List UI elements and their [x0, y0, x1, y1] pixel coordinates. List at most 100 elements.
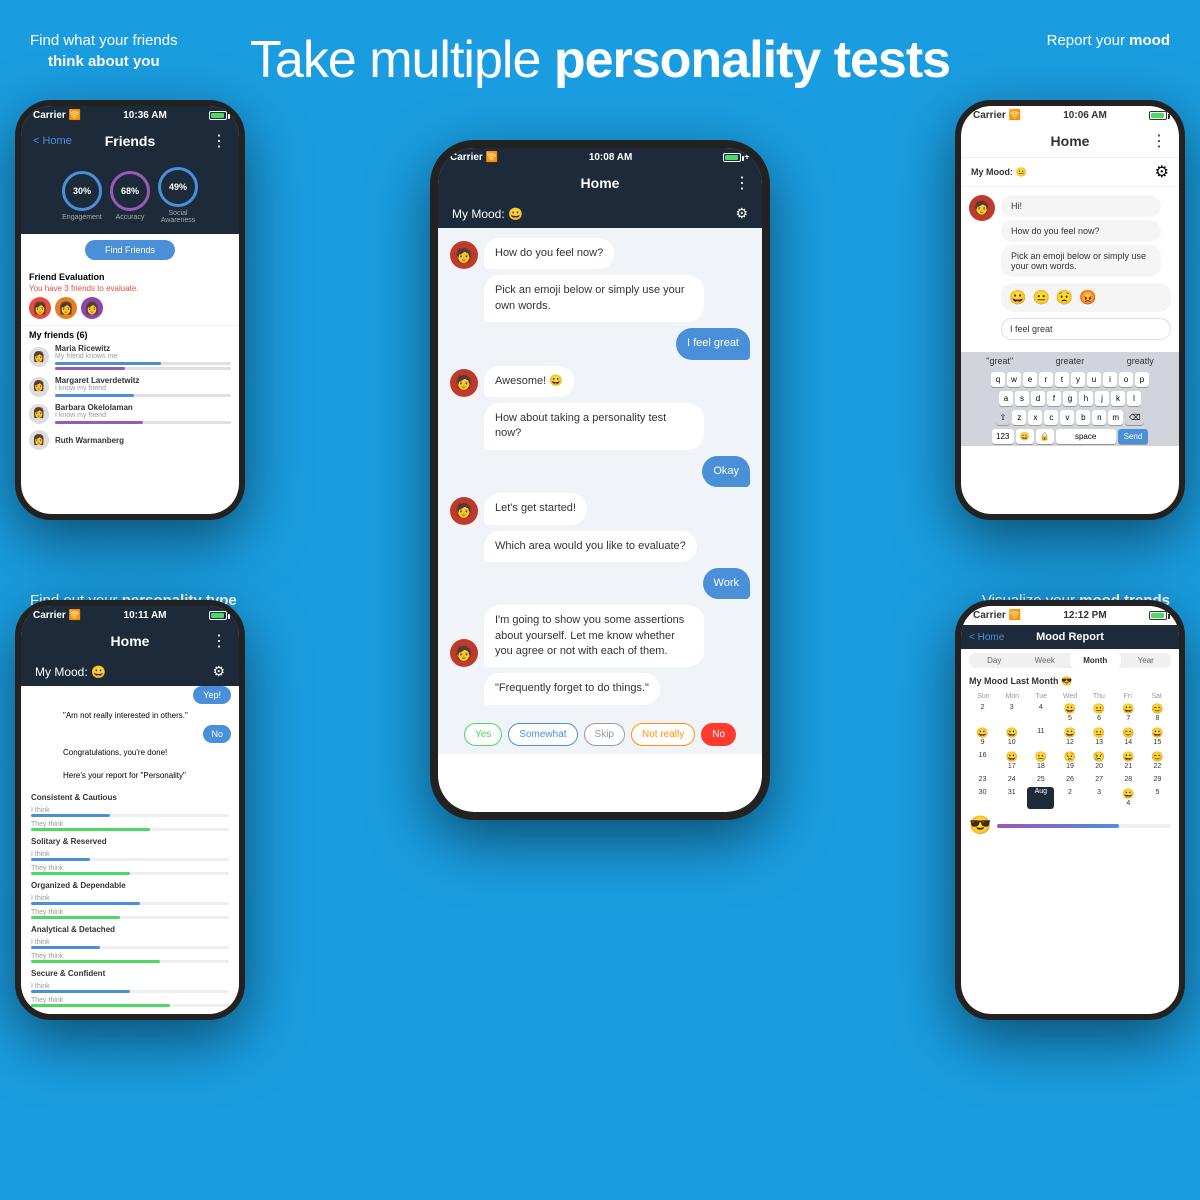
rb-back-btn[interactable]: < Home — [969, 632, 1004, 643]
friend-bar-1 — [55, 362, 231, 365]
somewhat-button[interactable]: Somewhat — [508, 723, 577, 746]
key-a[interactable]: a — [999, 391, 1013, 406]
rb-cal-24: 24 — [998, 774, 1025, 785]
key-k[interactable]: k — [1111, 391, 1125, 406]
key-delete[interactable]: ⌫ — [1125, 410, 1144, 425]
rb-cal-21: 😀21 — [1115, 750, 1142, 772]
key-d[interactable]: d — [1031, 391, 1045, 406]
lb-settings-icon[interactable]: ⚙ — [212, 663, 225, 680]
key-f[interactable]: f — [1047, 391, 1061, 406]
yes-button[interactable]: Yes — [464, 723, 502, 746]
lb-nav-title: Home — [111, 633, 150, 649]
key-s[interactable]: s — [1015, 391, 1029, 406]
lb-bars-4: I think They think — [31, 936, 229, 963]
rb-cal-18: 😐18 — [1027, 750, 1054, 772]
rt-suggest-2[interactable]: greater — [1056, 356, 1085, 366]
lt-more-icon[interactable]: ⋮ — [211, 131, 227, 151]
key-x[interactable]: x — [1028, 410, 1042, 425]
lt-back-btn[interactable]: < Home — [33, 135, 72, 147]
rb-cal-tue: Tue — [1027, 691, 1056, 702]
lb-more-icon[interactable]: ⋮ — [211, 631, 227, 651]
key-i[interactable]: i — [1103, 372, 1117, 387]
rt-nav-title: Home — [1051, 133, 1090, 149]
lb-i-think-4: I think — [31, 939, 50, 946]
key-y[interactable]: y — [1071, 372, 1085, 387]
key-space[interactable]: space — [1056, 429, 1116, 444]
lb-i-think-1: I think — [31, 807, 50, 814]
rb-tab-month[interactable]: Month — [1070, 653, 1121, 668]
rt-emoji-3[interactable]: 😟 — [1056, 289, 1073, 306]
key-q[interactable]: q — [991, 372, 1005, 387]
lt-circle-engagement: 30% Engagement — [62, 171, 102, 221]
rt-settings-icon[interactable]: ⚙ — [1155, 162, 1169, 182]
key-send[interactable]: Send — [1118, 429, 1149, 444]
rt-suggest-1[interactable]: "great" — [986, 356, 1013, 366]
key-u[interactable]: u — [1087, 372, 1101, 387]
rt-status-icons — [1149, 111, 1167, 120]
key-w[interactable]: w — [1007, 372, 1021, 387]
msg-row-10: 🧑 I'm going to show you some assertions … — [450, 605, 750, 667]
key-j[interactable]: j — [1095, 391, 1109, 406]
no-button[interactable]: No — [701, 723, 736, 746]
friend-name-4: Ruth Warmanberg — [55, 436, 231, 445]
key-l[interactable]: l — [1127, 391, 1141, 406]
key-n[interactable]: n — [1092, 410, 1106, 425]
key-p[interactable]: p — [1135, 372, 1149, 387]
key-z[interactable]: z — [1012, 410, 1026, 425]
rt-emoji-1[interactable]: 😀 — [1009, 289, 1026, 306]
key-e[interactable]: e — [1023, 372, 1037, 387]
key-t[interactable]: t — [1055, 372, 1069, 387]
key-m[interactable]: m — [1108, 410, 1123, 425]
rb-cal-aug3: 3 — [1086, 787, 1113, 809]
friend-item-4: 👩 Ruth Warmanberg — [29, 430, 231, 450]
left-bottom-phone: Carrier 🛜 10:11 AM Home ⋮ My Mood: 😀 ⚙ Y… — [15, 600, 245, 1020]
lt-status-icons — [209, 111, 227, 120]
not-really-button[interactable]: Not really — [631, 723, 695, 746]
lt-engagement-label: Engagement — [62, 214, 102, 221]
key-v[interactable]: v — [1060, 410, 1074, 425]
center-status-bar: Carrier 🛜 10:08 AM + — [438, 148, 762, 167]
rb-tab-year[interactable]: Year — [1121, 653, 1172, 668]
rb-cal-31: 31 — [998, 787, 1025, 809]
lb-trait-4: Analytical & Detached I think They think — [31, 925, 229, 963]
key-h[interactable]: h — [1079, 391, 1093, 406]
lb-carrier: Carrier 🛜 — [33, 610, 81, 621]
key-g[interactable]: g — [1063, 391, 1077, 406]
key-r[interactable]: r — [1039, 372, 1053, 387]
friend-info-1: Maria Ricewitz My friend knows me — [55, 344, 231, 370]
rb-cal-6: 😐6 — [1086, 702, 1113, 724]
center-nav-more-icon[interactable]: ⋮ — [734, 173, 750, 193]
key-shift[interactable]: ⇧ — [996, 410, 1011, 425]
rb-cal-4: 4 — [1027, 702, 1054, 724]
rt-feel-input[interactable]: I feel great — [1001, 318, 1171, 340]
rb-cal-30: 30 — [969, 787, 996, 809]
skip-button[interactable]: Skip — [584, 723, 625, 746]
rb-screen: Carrier 🛜 12:12 PM < Home Mood Report Da… — [961, 606, 1179, 1014]
rb-nav-bar: < Home Mood Report — [961, 625, 1179, 649]
center-mood-bar: My Mood: 😀 ⚙ — [438, 199, 762, 228]
key-o[interactable]: o — [1119, 372, 1133, 387]
lb-quote-bubble: "Am not really interested in others." — [55, 706, 196, 725]
rt-more-icon[interactable]: ⋮ — [1151, 131, 1167, 151]
settings-icon[interactable]: ⚙ — [735, 205, 748, 222]
key-emoji[interactable]: 😀 — [1016, 429, 1034, 444]
lb-personality-list: Consistent & Cautious I think They think… — [21, 787, 239, 1014]
msg-row-11: "Frequently forget to do things." — [450, 673, 750, 704]
rb-tab-week[interactable]: Week — [1020, 653, 1071, 668]
rb-cal-28: 28 — [1115, 774, 1142, 785]
lt-carrier: Carrier 🛜 — [33, 110, 81, 121]
key-c[interactable]: c — [1044, 410, 1058, 425]
bubble-10: I'm going to show you some assertions ab… — [484, 605, 704, 667]
key-b[interactable]: b — [1076, 410, 1090, 425]
key-lock[interactable]: 🔒 — [1036, 429, 1054, 444]
key-123[interactable]: 123 — [992, 429, 1014, 444]
lb-i-think-2: I think — [31, 851, 50, 858]
rt-emoji-4[interactable]: 😡 — [1079, 289, 1096, 306]
rt-pick-emoji-bubble: Pick an emoji below or simply use your o… — [1001, 245, 1161, 277]
rt-emoji-2[interactable]: 😐 — [1032, 289, 1049, 306]
rb-cal-mon: Mon — [998, 691, 1027, 702]
rt-suggest-3[interactable]: greatly — [1127, 356, 1154, 366]
rb-tab-day[interactable]: Day — [969, 653, 1020, 668]
find-friends-button[interactable]: Find Friends — [85, 240, 175, 260]
lb-trait-2: Solitary & Reserved I think They think — [31, 837, 229, 875]
